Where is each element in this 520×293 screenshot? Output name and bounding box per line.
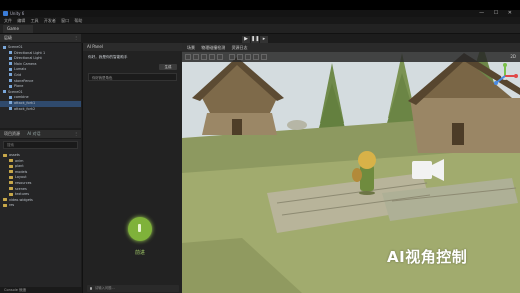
- ai-panel: AI Panel 你好，我是你的智能助手 生成 你好我是角色 前进 请输入问题.…: [82, 43, 183, 293]
- editor-window: Unity 6 — ☐ ✕ 文件 编辑 工具 开发者 窗口 帮助 Game ▶ ❚…: [0, 10, 520, 293]
- walk-forward-button[interactable]: [128, 217, 152, 241]
- grid-icon[interactable]: [245, 54, 251, 60]
- light-icon: [9, 56, 12, 60]
- camera-icon: [9, 62, 12, 66]
- viewport-toolbar: 2D: [182, 52, 520, 62]
- menu-dev[interactable]: 开发者: [44, 18, 56, 23]
- more-icon[interactable]: ⋮: [74, 130, 78, 138]
- snap-icon[interactable]: [253, 54, 259, 60]
- overlay-caption: AI视角控制: [387, 248, 468, 266]
- title-bar: Unity 6 — ☐ ✕: [0, 10, 520, 17]
- tree-item[interactable]: attack_fork2: [0, 107, 81, 113]
- menu-edit[interactable]: 编辑: [17, 18, 25, 23]
- orientation-gizmo-icon[interactable]: [492, 63, 518, 89]
- tab-strip: Game ▶ ❚❚ ▸: [0, 24, 520, 43]
- tab-ai-chat[interactable]: AI 对话: [27, 131, 40, 136]
- chat-placeholder: 请输入问题...: [95, 286, 115, 290]
- folder-icon: [9, 159, 13, 163]
- project-panel: 项目资源 AI 对话 ⋮ 搜索 assets anim plant models…: [0, 130, 81, 287]
- object-icon: [9, 84, 12, 88]
- object-icon: [9, 101, 12, 105]
- menu-tools[interactable]: 工具: [31, 18, 39, 23]
- folder-item[interactable]: res: [0, 203, 81, 209]
- microphone-icon[interactable]: [90, 287, 92, 290]
- folder-icon: [9, 187, 13, 191]
- hierarchy-title: 层级: [4, 35, 12, 40]
- hand-tool-icon[interactable]: [185, 54, 191, 60]
- ai-panel-title: AI Panel: [83, 43, 182, 51]
- hierarchy-panel: 层级 ⋮ Scene01 Directional Light 1 Directi…: [0, 34, 81, 128]
- folder-icon: [9, 170, 13, 174]
- rect-tool-icon[interactable]: [217, 54, 223, 60]
- menu-file[interactable]: 文件: [4, 18, 12, 23]
- scene-render: [182, 43, 520, 293]
- menu-help[interactable]: 帮助: [74, 18, 82, 23]
- object-icon: [9, 107, 12, 111]
- folder-icon: [3, 153, 7, 157]
- scale-tool-icon[interactable]: [209, 54, 215, 60]
- folder-icon: [3, 198, 7, 202]
- scene-icon: [3, 90, 6, 94]
- tab-game[interactable]: Game: [3, 25, 33, 33]
- step-icon[interactable]: ▸: [260, 36, 268, 43]
- hierarchy-header: 层级 ⋮: [0, 34, 81, 43]
- walk-forward-label: 前进: [134, 250, 145, 256]
- status-bar: Console 就绪: [0, 287, 86, 293]
- play-controls: ▶ ❚❚ ▸: [242, 25, 269, 43]
- more-icon[interactable]: ⋮: [74, 34, 78, 42]
- tab-project[interactable]: 项目资源: [4, 131, 20, 136]
- app-logo-icon: [3, 11, 8, 16]
- object-icon: [9, 67, 12, 71]
- folder-icon: [9, 164, 13, 168]
- tab-scene[interactable]: 场景: [187, 45, 195, 50]
- menu-window[interactable]: 窗口: [61, 18, 69, 23]
- window-controls[interactable]: — ☐ ✕: [479, 10, 516, 17]
- project-tree: assets anim plant models Layout resource…: [0, 151, 81, 209]
- menu-bar: 文件 编辑 工具 开发者 窗口 帮助: [0, 17, 520, 24]
- scene-icon: [3, 45, 6, 49]
- ai-message: 你好，我是你的智能助手: [88, 55, 128, 59]
- generate-button[interactable]: 生成: [159, 64, 177, 70]
- pause-icon[interactable]: ❚❚: [251, 36, 259, 43]
- view-mode-label[interactable]: 2D: [510, 54, 516, 59]
- tab-logs[interactable]: 资源日志: [232, 45, 248, 50]
- game-viewport[interactable]: 场景 物理碰撞检测 资源日志 2D AI视角控制: [182, 43, 520, 293]
- rotate-tool-icon[interactable]: [201, 54, 207, 60]
- folder-icon: [3, 203, 7, 207]
- global-icon[interactable]: [237, 54, 243, 60]
- light-icon: [9, 51, 12, 55]
- project-search-input[interactable]: 搜索: [3, 141, 78, 149]
- pivot-icon[interactable]: [229, 54, 235, 60]
- object-icon: [9, 95, 12, 99]
- hierarchy-tree: Scene01 Directional Light 1 Directional …: [0, 43, 81, 112]
- view-icon[interactable]: [261, 54, 267, 60]
- project-header: 项目资源 AI 对话 ⋮: [0, 130, 81, 139]
- object-icon: [9, 79, 12, 83]
- role-input[interactable]: 你好我是角色: [88, 73, 177, 81]
- move-tool-icon[interactable]: [193, 54, 199, 60]
- folder-icon: [9, 175, 13, 179]
- window-title: Unity 6: [10, 11, 25, 16]
- viewport-tabs: 场景 物理碰撞检测 资源日志: [182, 43, 520, 52]
- tab-physics[interactable]: 物理碰撞检测: [201, 45, 225, 50]
- chat-input[interactable]: 请输入问题...: [87, 285, 179, 292]
- play-icon[interactable]: ▶: [242, 36, 250, 43]
- object-icon: [9, 73, 12, 77]
- folder-icon: [9, 192, 13, 196]
- folder-icon: [9, 181, 13, 185]
